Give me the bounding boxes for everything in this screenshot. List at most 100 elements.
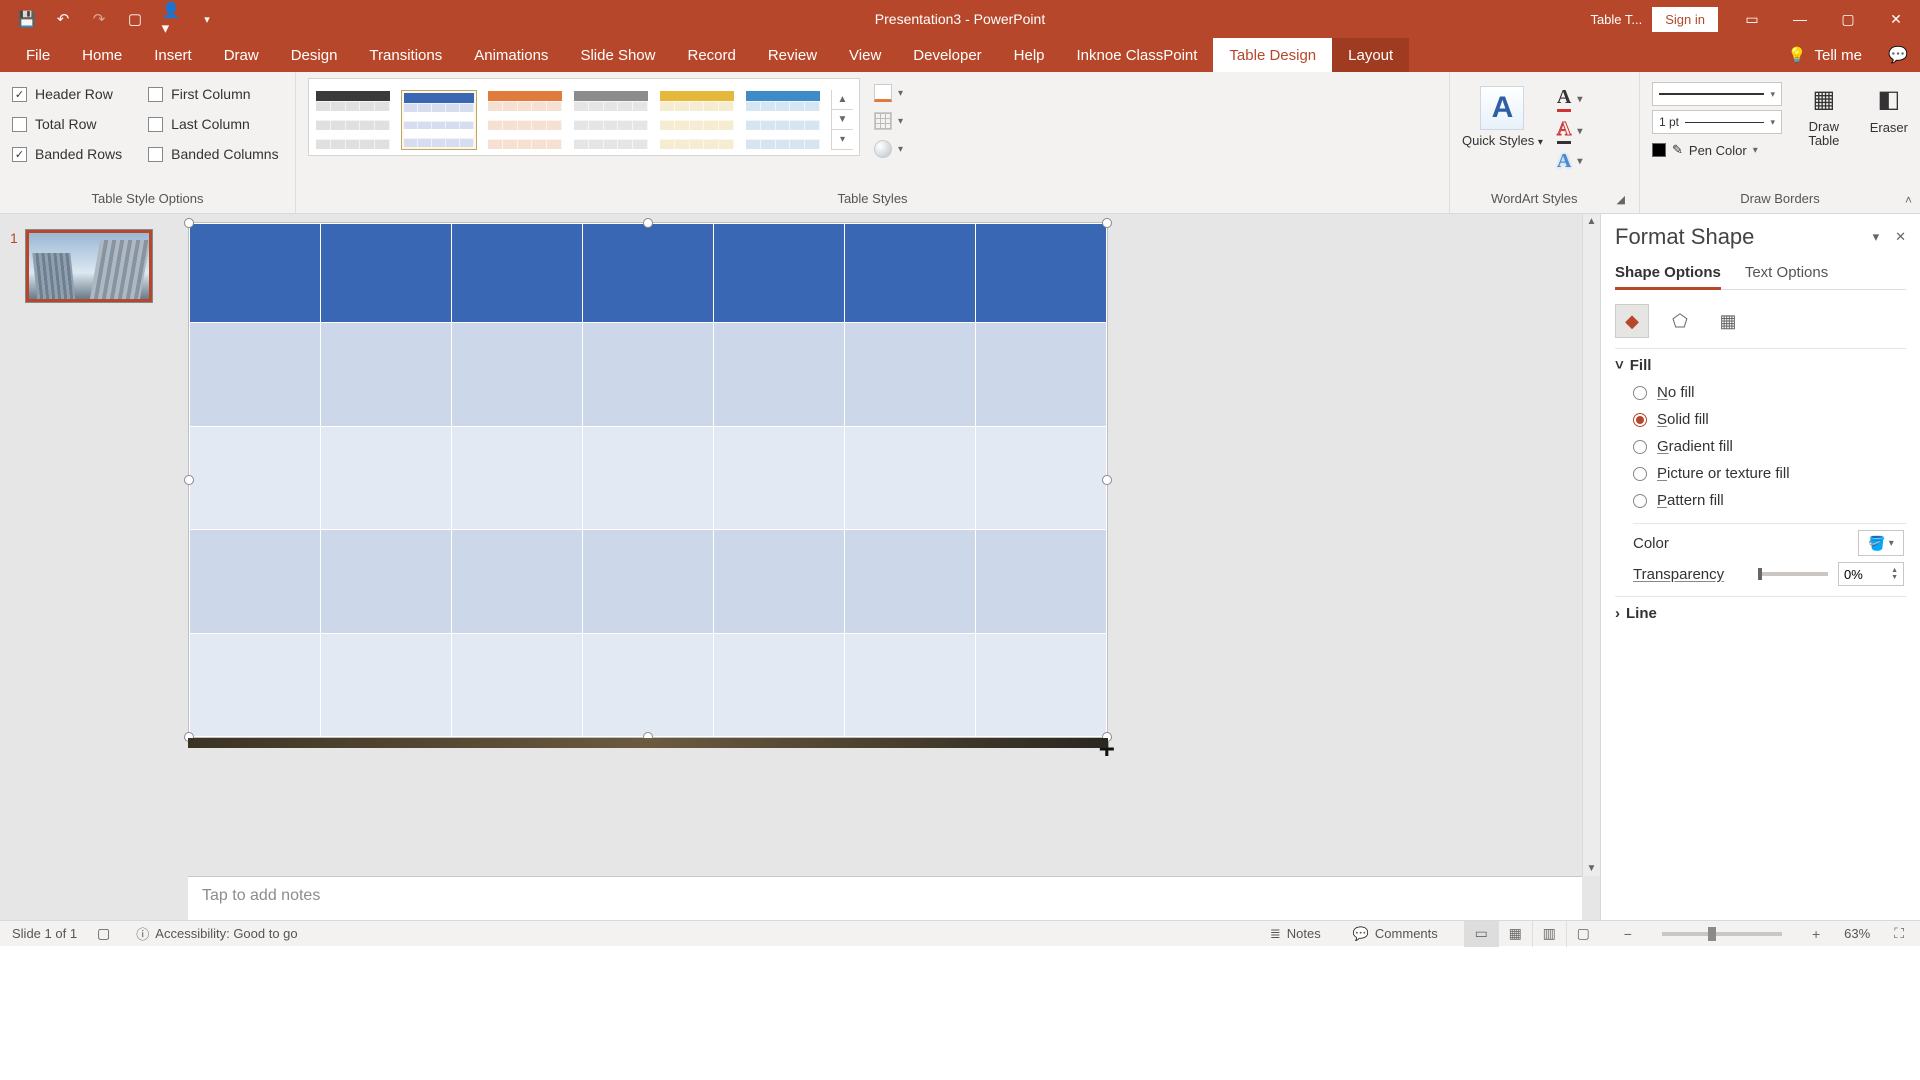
effects-icon[interactable]: ⬠ <box>1663 304 1697 338</box>
slide-thumbnail-1[interactable]: 1 <box>10 230 162 302</box>
save-icon[interactable]: 💾 <box>18 10 36 28</box>
undo-icon[interactable]: ↶ <box>54 10 72 28</box>
spinner-up-icon[interactable]: ▲ <box>1891 567 1898 574</box>
table-style-thumb[interactable] <box>315 90 391 150</box>
pen-style-combo[interactable]: ▾ <box>1652 82 1782 106</box>
tab-design[interactable]: Design <box>275 38 354 72</box>
size-properties-icon[interactable]: ▦ <box>1711 304 1745 338</box>
pane-options-icon[interactable]: ▾ <box>1873 229 1880 245</box>
zoom-out-button[interactable]: − <box>1620 926 1636 942</box>
text-outline-button[interactable]: A▾ <box>1557 118 1582 144</box>
fill-option-pattern-fill[interactable]: Pattern fill <box>1633 492 1906 509</box>
table-style-thumb[interactable] <box>659 90 735 150</box>
table-styles-gallery[interactable]: ▲▼▾ <box>308 78 860 156</box>
redo-icon[interactable]: ↷ <box>90 10 108 28</box>
tab-home[interactable]: Home <box>66 38 138 72</box>
maximize-icon[interactable]: ▢ <box>1824 0 1872 38</box>
editing-canvas[interactable]: + ▲ ▼ Tap to add notes <box>172 214 1600 920</box>
selection-handle[interactable] <box>643 218 653 228</box>
pen-weight-combo[interactable]: 1 pt▾ <box>1652 110 1782 134</box>
eraser-button[interactable]: ◧ Eraser <box>1870 82 1908 158</box>
zoom-in-button[interactable]: + <box>1808 926 1824 942</box>
pen-color-button[interactable]: ✎ Pen Color ▾ <box>1652 142 1782 158</box>
display-settings-icon[interactable]: ▢ <box>97 925 110 942</box>
table-style-thumb[interactable] <box>745 90 821 150</box>
close-icon[interactable]: ✕ <box>1872 0 1920 38</box>
fill-option-solid-fill[interactable]: Solid fill <box>1633 411 1906 428</box>
comments-button[interactable]: 💬Comments <box>1347 926 1444 942</box>
normal-view-icon[interactable]: ▭ <box>1464 921 1498 947</box>
draw-table-button[interactable]: ▦ Draw Table <box>1796 82 1852 158</box>
spinner-down-icon[interactable]: ▼ <box>1891 574 1898 581</box>
vertical-scrollbar[interactable]: ▲ ▼ <box>1582 214 1600 876</box>
share-icon[interactable]: 💬 <box>1876 38 1920 72</box>
line-section-header[interactable]: ›Line <box>1615 596 1906 630</box>
collapse-ribbon-icon[interactable]: ˄ <box>1905 193 1912 207</box>
option-header-row[interactable]: Header Row <box>12 86 122 102</box>
pane-close-icon[interactable]: ✕ <box>1895 229 1906 245</box>
tab-help[interactable]: Help <box>998 38 1061 72</box>
table-style-thumb[interactable] <box>573 90 649 150</box>
sign-in-button[interactable]: Sign in <box>1652 7 1718 32</box>
fill-color-picker[interactable]: 🪣 ▾ <box>1858 530 1904 556</box>
fill-option-picture-or-texture-fill[interactable]: Picture or texture fill <box>1633 465 1906 482</box>
text-fill-button[interactable]: A▾ <box>1557 86 1582 112</box>
fit-to-window-icon[interactable]: ⛶ <box>1890 925 1908 942</box>
table-style-thumb[interactable] <box>487 90 563 150</box>
zoom-level[interactable]: 63% <box>1844 926 1870 941</box>
tab-file[interactable]: File <box>10 38 66 72</box>
fill-section-header[interactable]: ˅Fill <box>1615 348 1906 382</box>
tab-view[interactable]: View <box>833 38 897 72</box>
transparency-slider[interactable] <box>1758 572 1828 576</box>
touch-mode-icon[interactable]: 👤▾ <box>162 10 180 28</box>
text-effects-button[interactable]: A▾ <box>1557 150 1582 173</box>
fill-option-gradient-fill[interactable]: Gradient fill <box>1633 438 1906 455</box>
fill-option-no-fill[interactable]: No fill <box>1633 384 1906 401</box>
reading-view-icon[interactable]: ▥ <box>1532 921 1566 947</box>
tab-draw[interactable]: Draw <box>208 38 275 72</box>
start-from-beginning-icon[interactable]: ▢ <box>126 10 144 28</box>
option-banded-columns[interactable]: Banded Columns <box>148 146 278 162</box>
slide-thumbnails-pane[interactable]: 1 <box>0 214 172 920</box>
tab-transitions[interactable]: Transitions <box>353 38 458 72</box>
slide-sorter-icon[interactable]: ▦ <box>1498 921 1532 947</box>
tab-inknoe-classpoint[interactable]: Inknoe ClassPoint <box>1061 38 1214 72</box>
fill-line-icon[interactable]: ◆ <box>1615 304 1649 338</box>
minimize-icon[interactable]: — <box>1776 0 1824 38</box>
quick-styles-button[interactable]: A <box>1480 86 1524 130</box>
transparency-input[interactable]: 0% ▲▼ <box>1838 562 1904 586</box>
slideshow-view-icon[interactable]: ▢ <box>1566 921 1600 947</box>
tab-animations[interactable]: Animations <box>458 38 564 72</box>
option-last-column[interactable]: Last Column <box>148 116 278 132</box>
selection-handle[interactable] <box>184 475 194 485</box>
scroll-up-icon[interactable]: ▲ <box>1587 216 1597 227</box>
gallery-more-button[interactable]: ▲▼▾ <box>831 90 853 150</box>
scroll-down-icon[interactable]: ▼ <box>1587 863 1597 874</box>
selection-handle[interactable] <box>184 218 194 228</box>
tab-layout[interactable]: Layout <box>1332 38 1409 72</box>
tell-me-search[interactable]: 💡Tell me <box>1774 38 1876 72</box>
notes-pane[interactable]: Tap to add notes <box>188 876 1582 920</box>
accessibility-button[interactable]: ⓘ Accessibility: Good to go <box>130 924 303 943</box>
tab-table-design[interactable]: Table Design <box>1213 38 1332 72</box>
selection-handle[interactable] <box>1102 475 1112 485</box>
borders-button[interactable]: ▾ <box>874 112 903 130</box>
table-style-thumb[interactable] <box>401 90 477 150</box>
tab-shape-options[interactable]: Shape Options <box>1615 264 1721 290</box>
notes-button[interactable]: ≣Notes <box>1264 926 1327 942</box>
qat-customize-icon[interactable]: ▾ <box>198 10 216 28</box>
option-first-column[interactable]: First Column <box>148 86 278 102</box>
tab-review[interactable]: Review <box>752 38 833 72</box>
wordart-dialog-launcher-icon[interactable]: ◢ <box>1615 193 1627 206</box>
option-banded-rows[interactable]: Banded Rows <box>12 146 122 162</box>
option-total-row[interactable]: Total Row <box>12 116 122 132</box>
table-object[interactable]: + <box>188 222 1108 738</box>
tab-slide-show[interactable]: Slide Show <box>564 38 671 72</box>
tab-developer[interactable]: Developer <box>897 38 997 72</box>
selection-handle[interactable] <box>1102 218 1112 228</box>
shading-button[interactable]: ▾ <box>874 84 903 102</box>
tab-insert[interactable]: Insert <box>138 38 208 72</box>
tab-record[interactable]: Record <box>671 38 751 72</box>
zoom-slider[interactable] <box>1662 932 1782 936</box>
effects-button[interactable]: ▾ <box>874 140 903 158</box>
